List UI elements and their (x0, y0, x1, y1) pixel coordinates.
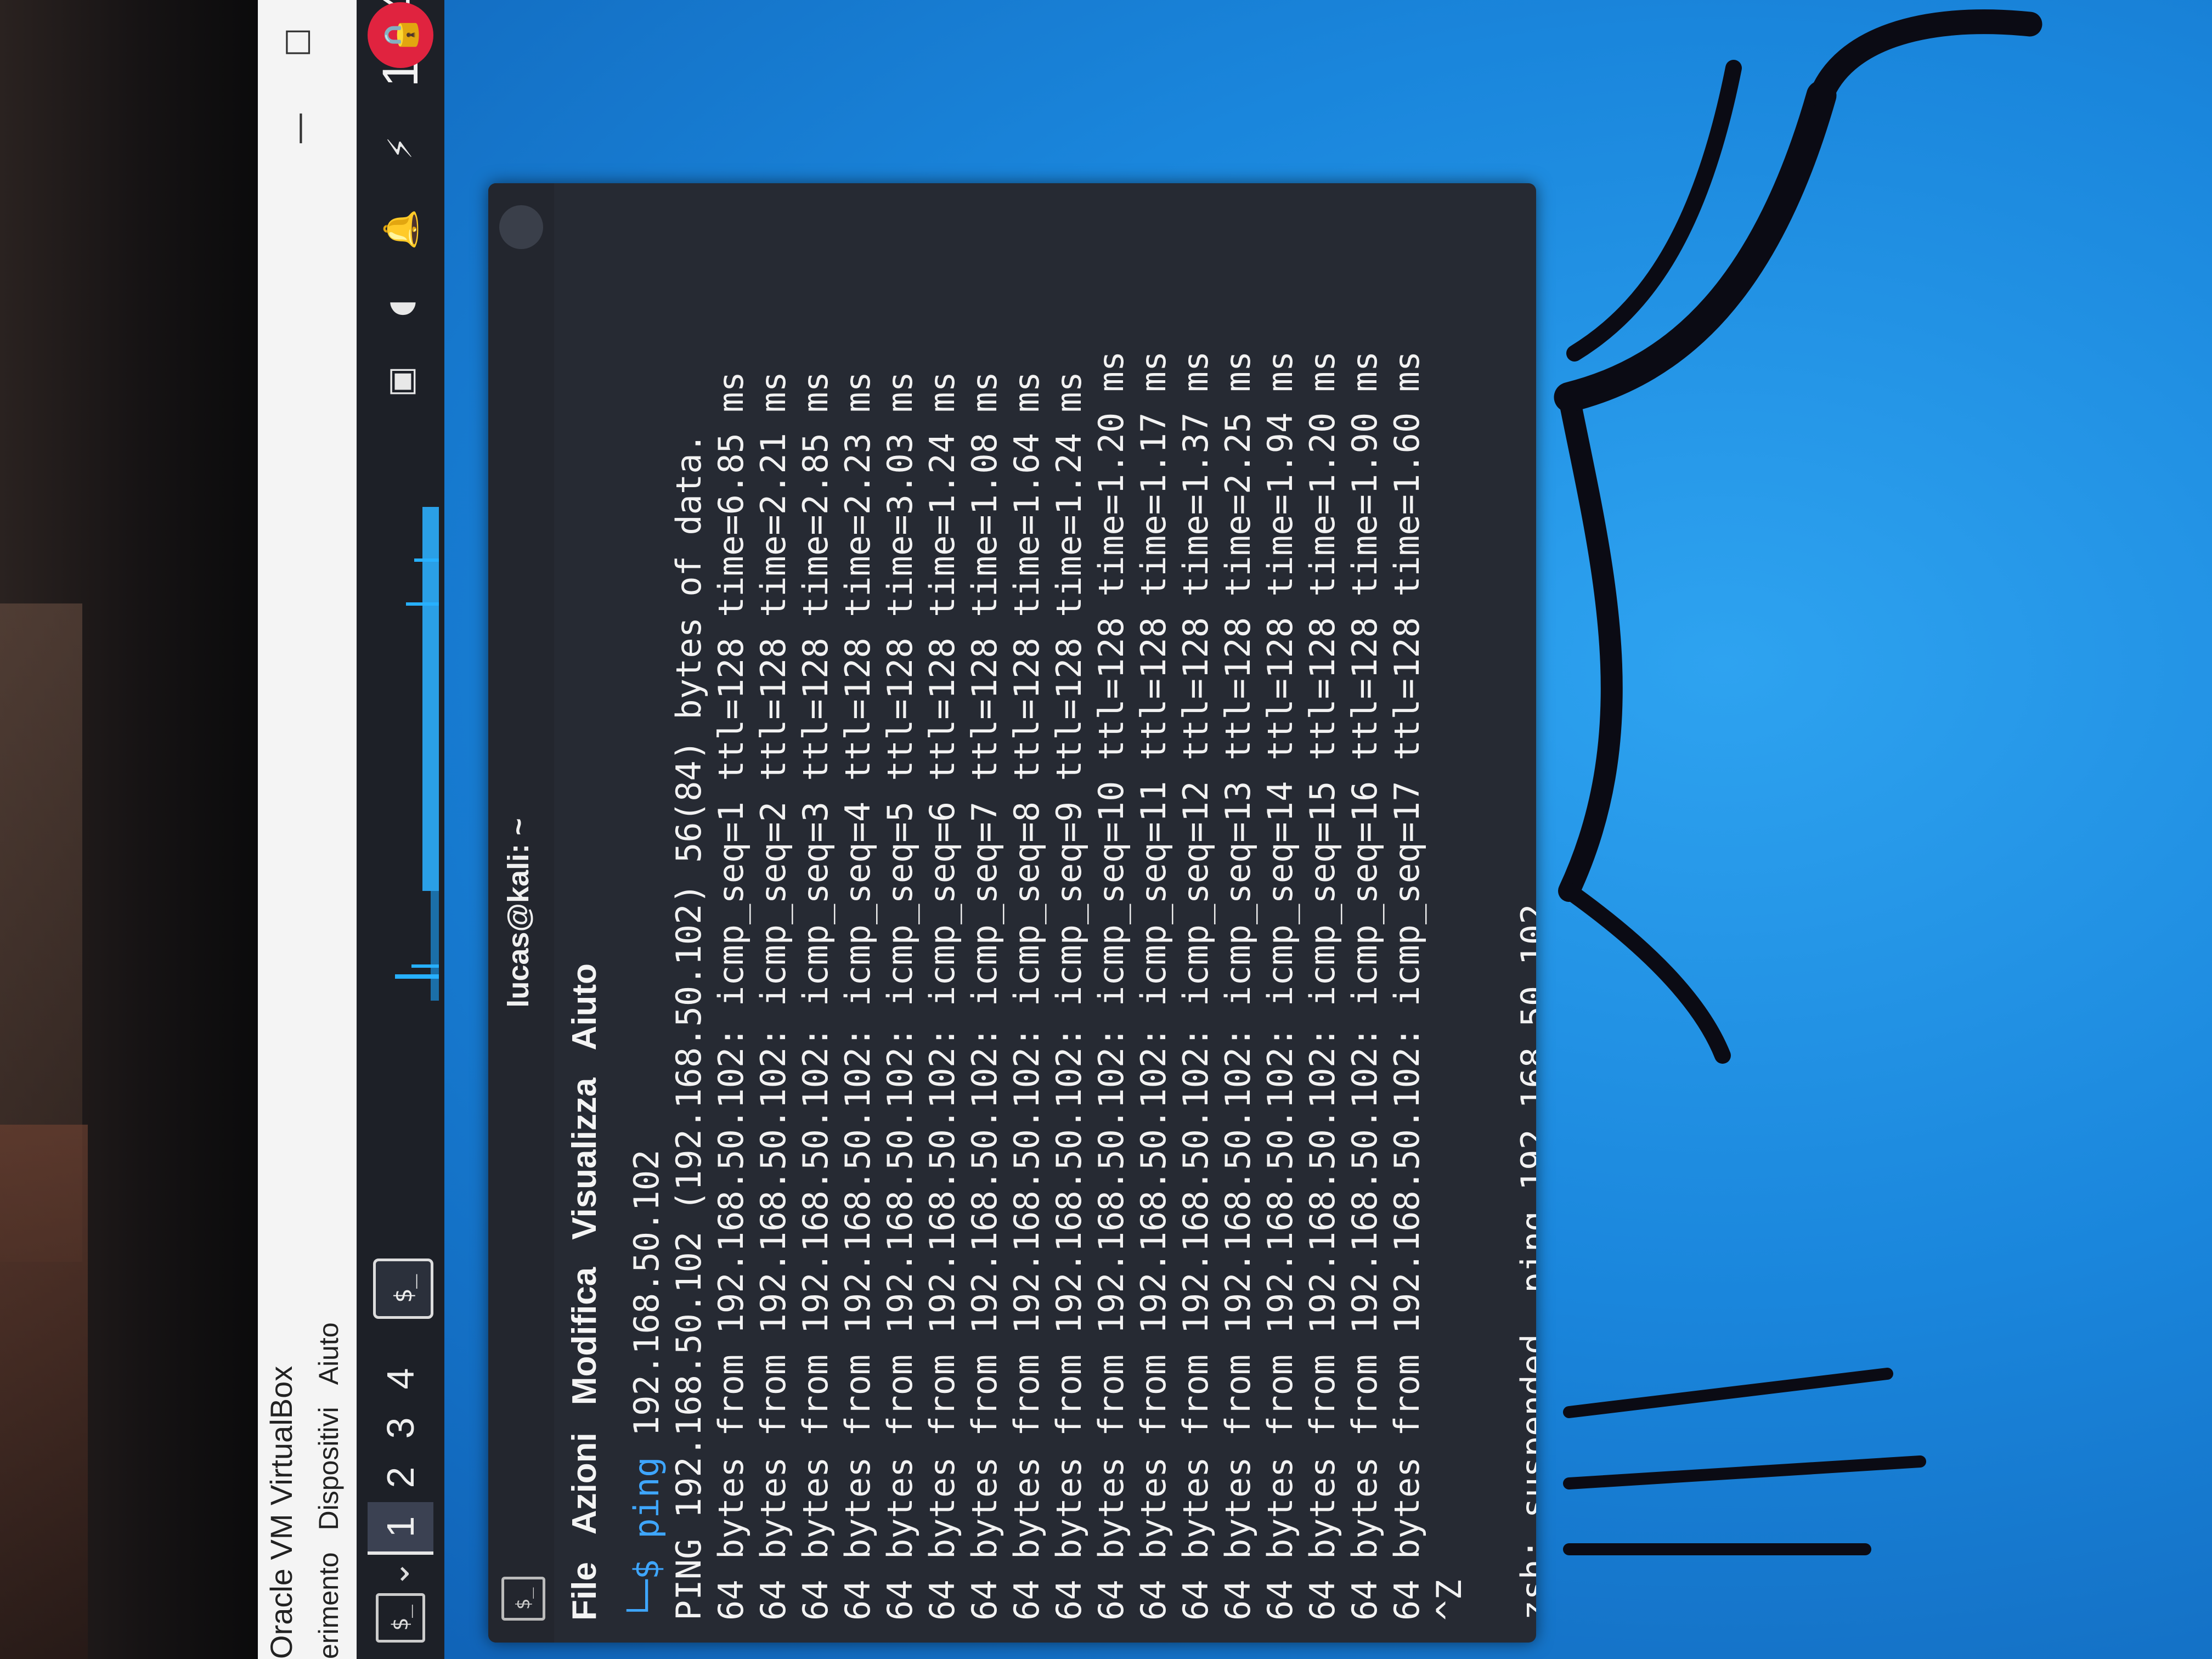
ping-reply: 64 bytes from 192.168.50.102: icmp_seq=1… (1387, 351, 1427, 1621)
virtualbox-title: Oracle VM VirtualBox (264, 1365, 298, 1659)
terminal-menubar: File Azioni Modifica Visualizza Aiuto (554, 183, 614, 1643)
ping-reply: 64 bytes from 192.168.50.102: icmp_seq=2… (753, 371, 793, 1621)
ping-reply: 64 bytes from 192.168.50.102: icmp_seq=1… (1091, 351, 1131, 1621)
kali-top-panel: $_ ⌄ 1 2 3 4 $_ ▣ ◖ 🔔 ⚡ 19:45 🔒 (357, 0, 444, 1659)
interrupt-line: ^Z (1429, 1579, 1469, 1621)
ping-reply: 64 bytes from 192.168.50.102: icmp_seq=4… (838, 371, 878, 1621)
ping-reply: 64 bytes from 192.168.50.102: icmp_seq=1… (1345, 351, 1385, 1621)
maximize-button[interactable]: ☐ (280, 27, 318, 57)
ping-reply: 64 bytes from 192.168.50.102: icmp_seq=1… (1176, 351, 1216, 1621)
workspace-1[interactable]: 1 (368, 1502, 433, 1555)
cpu-graph (395, 507, 439, 1001)
bell-icon[interactable]: 🔔 (381, 209, 420, 250)
ping-reply: 64 bytes from 192.168.50.102: icmp_seq=6… (922, 371, 962, 1621)
ping-reply: 64 bytes from 192.168.50.102: icmp_seq=8… (1007, 371, 1047, 1621)
close-button[interactable] (499, 205, 543, 249)
menu-help[interactable]: Aiuto (565, 963, 604, 1050)
ping-reply: 64 bytes from 192.168.50.102: icmp_seq=1… (1260, 351, 1300, 1621)
workspace-3[interactable]: 3 (368, 1403, 433, 1453)
ping-reply: 64 bytes from 192.168.50.102: icmp_seq=1… (1133, 351, 1173, 1621)
workspace-switcher: 1 2 3 4 (368, 1354, 433, 1555)
virtualbox-screen: Oracle VM VirtualBox — ☐ erimento Dispos… (258, 0, 2212, 1659)
ping-reply: 64 bytes from 192.168.50.102: icmp_seq=3… (795, 371, 836, 1621)
ping-header: PING 192.168.50.102 (192.168.50.102) 56(… (669, 433, 709, 1621)
command-word: ping (627, 1457, 667, 1539)
menu-actions[interactable]: Azioni (565, 1432, 604, 1534)
terminal-output[interactable]: └─$ ping 192.168.50.102 PING 192.168.50.1… (625, 200, 1536, 1621)
terminal-launcher-icon[interactable]: $_ (373, 1259, 433, 1319)
minimize-button[interactable]: — (280, 112, 318, 145)
kali-dragon-logo (1554, 9, 2042, 1555)
menu-view[interactable]: Visualizza (565, 1078, 604, 1240)
volume-icon[interactable]: ◖ (381, 300, 420, 317)
terminal-titlebar: $_ lucas@kali: ~ (488, 183, 554, 1643)
ping-reply: 64 bytes from 192.168.50.102: icmp_seq=1… (1218, 351, 1258, 1621)
menu-item-help[interactable]: Aiuto (313, 1322, 357, 1385)
virtualbox-window-bar: Oracle VM VirtualBox — ☐ erimento Dispos… (258, 0, 357, 1659)
menu-file[interactable]: File (565, 1562, 604, 1621)
suspended-line: zsh: suspended ping 192.168.50.102 (1514, 904, 1536, 1621)
menu-item-devices[interactable]: Dispositivi (313, 1407, 357, 1530)
ping-reply: 64 bytes from 192.168.50.102: icmp_seq=1… (1302, 351, 1342, 1621)
menu-item-experimental[interactable]: erimento (313, 1552, 357, 1659)
lock-icon[interactable]: 🔒 (368, 2, 433, 68)
terminal-title: lucas@kali: ~ (502, 818, 535, 1008)
prompt-arrow: └─$ (627, 1559, 667, 1621)
command-args: 192.168.50.102 (627, 1149, 667, 1457)
ping-reply: 64 bytes from 192.168.50.102: icmp_seq=7… (964, 371, 1005, 1621)
workspace-4[interactable]: 4 (368, 1354, 433, 1403)
chevron-down-icon[interactable]: ⌄ (379, 1560, 417, 1588)
room-background (0, 0, 258, 1659)
background-object (0, 1125, 88, 1659)
power-manager-icon[interactable]: ⚡ (381, 137, 420, 160)
virtualbox-menu: erimento Dispositivi Aiuto (313, 1322, 357, 1659)
command-line: └─$ ping 192.168.50.102 (625, 200, 668, 1621)
ping-reply: 64 bytes from 192.168.50.102: icmp_seq=1… (711, 371, 751, 1621)
terminal-icon[interactable]: $_ (376, 1593, 425, 1643)
workspace-2[interactable]: 2 (368, 1453, 433, 1502)
ping-reply: 64 bytes from 192.168.50.102: icmp_seq=9… (1049, 371, 1089, 1621)
display-icon[interactable]: ▣ (381, 366, 420, 397)
terminal-window: $_ lucas@kali: ~ File Azioni Modifica Vi… (488, 183, 1536, 1643)
menu-edit[interactable]: Modifica (565, 1267, 604, 1405)
ping-reply: 64 bytes from 192.168.50.102: icmp_seq=5… (880, 371, 920, 1621)
